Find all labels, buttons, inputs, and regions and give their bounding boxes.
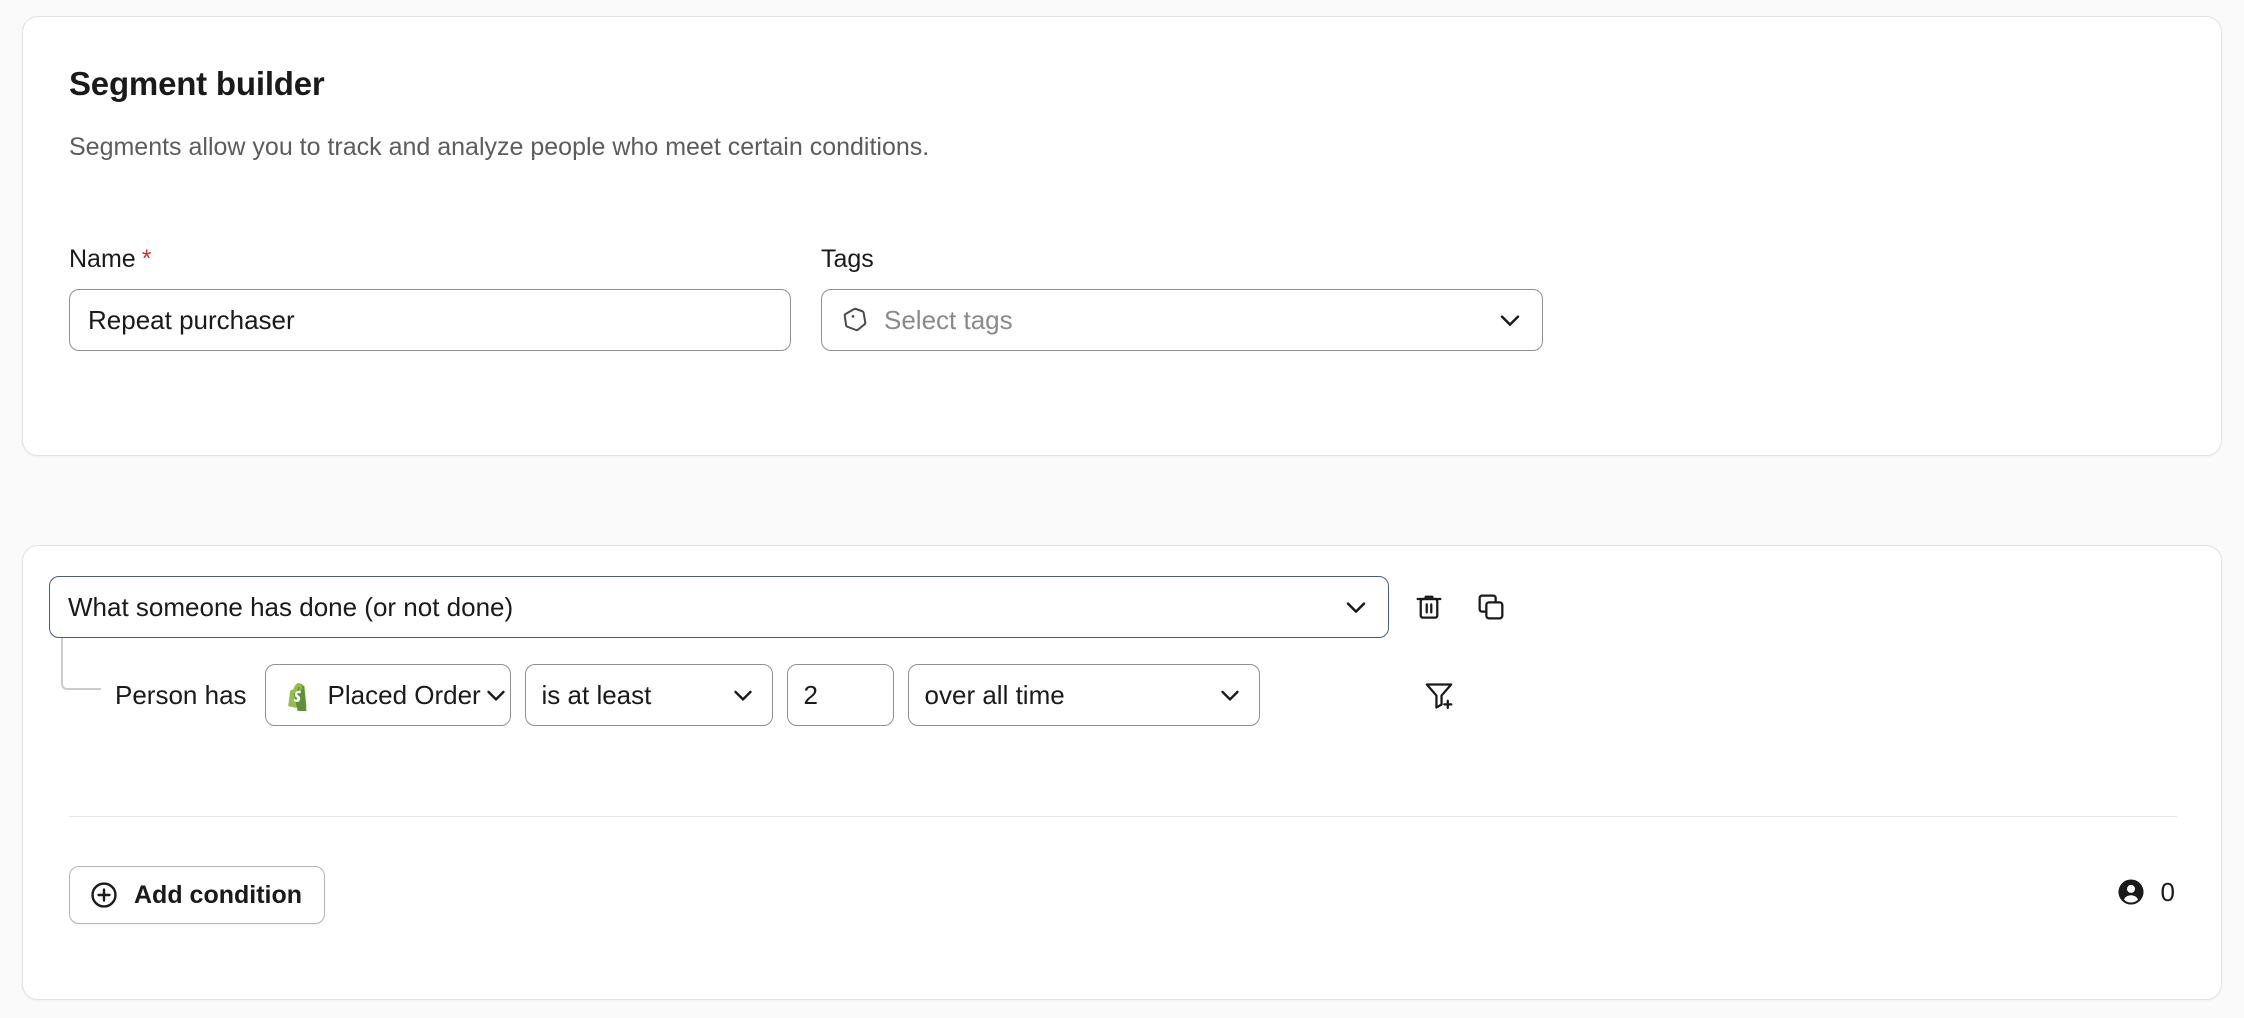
- condition-prefix-label: Person has: [115, 680, 247, 711]
- metric-select[interactable]: Placed Order: [265, 664, 511, 726]
- page-title: Segment builder: [69, 65, 325, 103]
- person-icon: [2115, 876, 2147, 908]
- add-condition-label: Add condition: [134, 881, 302, 910]
- tag-icon: [840, 305, 870, 335]
- condition-connector-line: [61, 638, 101, 690]
- condition-trigger-select[interactable]: What someone has done (or not done): [49, 576, 1389, 638]
- timeframe-value: over all time: [925, 680, 1215, 711]
- operator-select[interactable]: is at least: [525, 664, 773, 726]
- footer-divider: [69, 816, 2177, 817]
- condition-trigger-value: What someone has done (or not done): [68, 592, 1340, 623]
- add-filter-button[interactable]: [1415, 671, 1463, 719]
- duplicate-icon: [1475, 591, 1507, 623]
- delete-condition-button[interactable]: [1405, 583, 1453, 631]
- plus-circle-icon: [88, 879, 120, 911]
- filter-add-icon: [1422, 678, 1456, 712]
- tags-placeholder: Select tags: [884, 305, 1494, 336]
- segment-name-input[interactable]: [69, 289, 791, 351]
- condition-row: Person has Placed Order is at: [115, 664, 1274, 726]
- profile-count-group: 0: [2115, 876, 2175, 908]
- chevron-down-icon: [1340, 591, 1372, 623]
- chevron-down-icon: [1215, 680, 1245, 710]
- add-condition-button[interactable]: Add condition: [69, 866, 325, 924]
- required-asterisk: *: [142, 245, 152, 273]
- chevron-down-icon: [728, 680, 758, 710]
- tags-select[interactable]: Select tags: [821, 289, 1543, 351]
- segment-details-card: Segment builder Segments allow you to tr…: [22, 16, 2222, 456]
- operator-value: is at least: [542, 680, 728, 711]
- trash-icon: [1413, 591, 1445, 623]
- count-input[interactable]: [787, 664, 894, 726]
- tags-field-label: Tags: [821, 245, 874, 274]
- page-subtitle: Segments allow you to track and analyze …: [69, 133, 929, 162]
- name-label-text: Name: [69, 245, 136, 273]
- chevron-down-icon: [481, 680, 511, 710]
- metric-value: Placed Order: [328, 680, 481, 711]
- profile-count-value: 0: [2161, 877, 2175, 908]
- timeframe-select[interactable]: over all time: [908, 664, 1260, 726]
- chevron-down-icon: [1494, 304, 1526, 336]
- shopify-icon: [282, 679, 314, 711]
- conditions-card: What someone has done (or not done): [22, 545, 2222, 1000]
- duplicate-condition-button[interactable]: [1467, 583, 1515, 631]
- segment-builder-page: Segment builder Segments allow you to tr…: [0, 0, 2244, 1018]
- name-field-label: Name*: [69, 245, 151, 274]
